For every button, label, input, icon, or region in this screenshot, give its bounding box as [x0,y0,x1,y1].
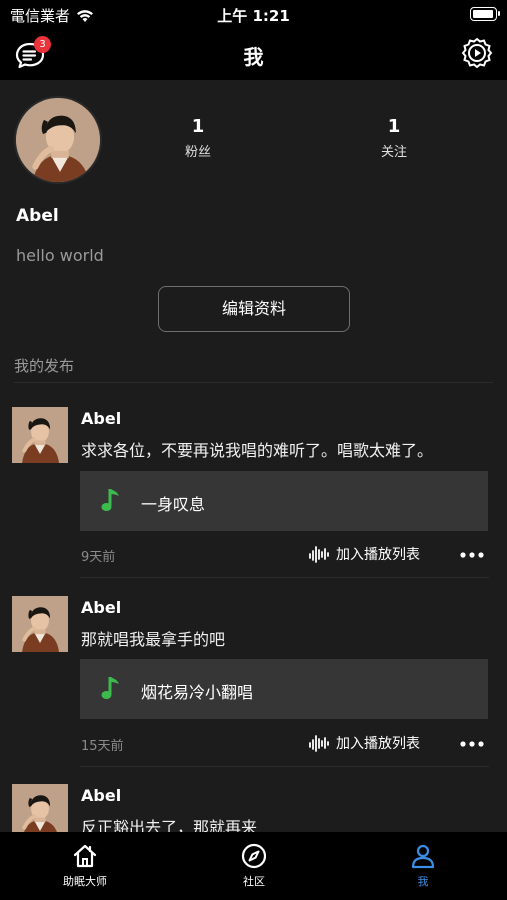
post-avatar[interactable] [12,596,68,652]
status-bar: 電信業者 上午 1:21 [0,0,507,30]
post-text: 求求各位，不要再说我唱的难听了。唱歌太难了。 [81,441,434,460]
song-card[interactable]: 一身叹息 [80,471,488,531]
add-to-playlist-label: 加入播放列表 [336,736,420,752]
post-divider [80,766,489,767]
section-divider [14,382,493,383]
settings-button[interactable] [461,37,493,69]
profile-username: Abel [16,206,59,226]
tab-sleep-master[interactable]: 助眠大师 [35,842,135,889]
nav-bar: 3 我 [0,30,507,80]
status-time: 上午 1:21 [217,7,290,25]
my-posts-title: 我的发布 [14,357,75,375]
song-title: 一身叹息 [141,495,206,514]
battery-icon [470,7,500,21]
post-author[interactable]: Abel [81,598,121,617]
followers-label: 粉丝 [184,145,211,160]
profile-avatar[interactable] [14,96,102,184]
profile-screen: 電信業者 上午 1:21 3 我 1 粉丝 1 关注 Abel hello wo… [0,0,507,900]
following-count: 1 [387,116,401,137]
add-to-playlist-label: 加入播放列表 [336,547,420,563]
song-title: 烟花易冷小翻唱 [141,683,254,702]
music-note-icon [101,489,119,511]
following-label: 关注 [380,145,407,160]
tab-label: 我 [417,875,429,888]
profile-bio: hello world [16,246,104,265]
tab-community[interactable]: 社区 [204,842,304,889]
person-icon [411,844,435,869]
home-icon [73,844,97,868]
followers-stat[interactable]: 1 粉丝 [158,116,238,160]
post-time: 9天前 [81,550,116,565]
post-avatar[interactable] [12,407,68,463]
tab-label: 助眠大师 [63,875,107,888]
add-to-playlist-button[interactable]: 加入播放列表 [309,733,420,753]
song-card[interactable]: 烟花易冷小翻唱 [80,659,488,719]
post-divider [80,577,489,578]
add-to-playlist-button[interactable]: 加入播放列表 [309,544,420,564]
post-author[interactable]: Abel [81,409,121,428]
tab-bar: 助眠大师 社区 我 [0,832,507,900]
soundwave-icon [309,735,329,752]
more-options-icon[interactable] [459,740,485,748]
compass-icon [241,843,267,869]
post-time: 15天前 [81,739,124,754]
settings-gear-icon [461,37,493,69]
tab-me[interactable]: 我 [373,842,473,889]
soundwave-icon [309,546,329,563]
tab-label: 社区 [243,875,265,888]
edit-profile-button[interactable]: 编辑资料 [158,286,350,332]
page-title: 我 [243,45,264,69]
music-note-icon [101,677,119,699]
following-stat[interactable]: 1 关注 [354,116,434,160]
post-author[interactable]: Abel [81,786,121,805]
followers-count: 1 [191,116,205,137]
post-text: 那就唱我最拿手的吧 [81,630,226,649]
more-options-icon[interactable] [459,551,485,559]
